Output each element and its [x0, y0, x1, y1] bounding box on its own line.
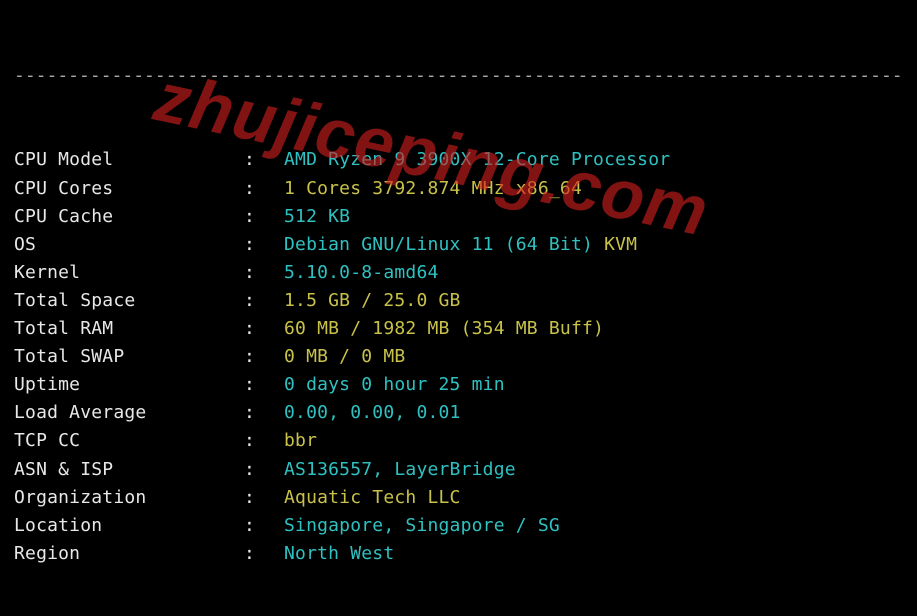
info-label: TCP CC: [14, 427, 244, 455]
info-value: 0 days 0 hour 25 min: [284, 374, 505, 395]
info-label: Organization: [14, 484, 244, 512]
info-row: Total RAM: 60 MB / 1982 MB (354 MB Buff): [14, 315, 907, 343]
info-value: 0.00, 0.00, 0.01: [284, 402, 461, 423]
info-value: 1 Cores 3792.874 MHz x86_64: [284, 178, 582, 199]
info-label: Location: [14, 512, 244, 540]
info-row: Location: Singapore, Singapore / SG: [14, 512, 907, 540]
info-label: Kernel: [14, 259, 244, 287]
terminal-output: ----------------------------------------…: [0, 0, 917, 616]
info-value: 60 MB / 1982 MB (354 MB Buff): [284, 318, 604, 339]
info-value: AMD Ryzen 9 3900X 12-Core Processor: [284, 149, 670, 170]
colon: :: [244, 231, 284, 259]
separator-top: ----------------------------------------…: [14, 62, 907, 90]
info-row: OS: Debian GNU/Linux 11 (64 Bit) KVM: [14, 231, 907, 259]
info-row: ASN & ISP: AS136557, LayerBridge: [14, 456, 907, 484]
info-label: OS: [14, 231, 244, 259]
info-value: 0 MB / 0 MB: [284, 346, 405, 367]
info-row: Kernel: 5.10.0-8-amd64: [14, 259, 907, 287]
colon: :: [244, 315, 284, 343]
colon: :: [244, 203, 284, 231]
colon: :: [244, 399, 284, 427]
info-label: Uptime: [14, 371, 244, 399]
colon: :: [244, 259, 284, 287]
info-value: Aquatic Tech LLC: [284, 487, 461, 508]
colon: :: [244, 484, 284, 512]
info-value: 5.10.0-8-amd64: [284, 262, 439, 283]
colon: :: [244, 427, 284, 455]
colon: :: [244, 371, 284, 399]
info-label: CPU Cores: [14, 175, 244, 203]
info-value: 1.5 GB / 25.0 GB: [284, 290, 461, 311]
info-label: Region: [14, 540, 244, 568]
colon: :: [244, 287, 284, 315]
info-row: Region: North West: [14, 540, 907, 568]
info-value: Singapore, Singapore / SG: [284, 515, 560, 536]
info-row: Uptime: 0 days 0 hour 25 min: [14, 371, 907, 399]
info-row: Load Average: 0.00, 0.00, 0.01: [14, 399, 907, 427]
colon: :: [244, 146, 284, 174]
info-row: CPU Cache: 512 KB: [14, 203, 907, 231]
system-info-block: CPU Model: AMD Ryzen 9 3900X 12-Core Pro…: [14, 146, 907, 567]
colon: :: [244, 512, 284, 540]
info-value: bbr: [284, 430, 317, 451]
info-label: Total RAM: [14, 315, 244, 343]
info-value: North West: [284, 543, 394, 564]
info-value: KVM: [604, 234, 637, 255]
info-value: 512 KB: [284, 206, 350, 227]
info-row: Total Space: 1.5 GB / 25.0 GB: [14, 287, 907, 315]
info-label: CPU Cache: [14, 203, 244, 231]
info-label: ASN & ISP: [14, 456, 244, 484]
info-row: CPU Model: AMD Ryzen 9 3900X 12-Core Pro…: [14, 146, 907, 174]
info-row: CPU Cores: 1 Cores 3792.874 MHz x86_64: [14, 175, 907, 203]
info-row: Organization: Aquatic Tech LLC: [14, 484, 907, 512]
colon: :: [244, 540, 284, 568]
info-row: Total SWAP: 0 MB / 0 MB: [14, 343, 907, 371]
info-label: Load Average: [14, 399, 244, 427]
colon: :: [244, 456, 284, 484]
info-value: AS136557, LayerBridge: [284, 459, 516, 480]
info-label: Total Space: [14, 287, 244, 315]
info-label: CPU Model: [14, 146, 244, 174]
colon: :: [244, 175, 284, 203]
info-value: Debian GNU/Linux 11 (64 Bit): [284, 234, 604, 255]
info-label: Total SWAP: [14, 343, 244, 371]
info-row: TCP CC: bbr: [14, 427, 907, 455]
colon: :: [244, 343, 284, 371]
